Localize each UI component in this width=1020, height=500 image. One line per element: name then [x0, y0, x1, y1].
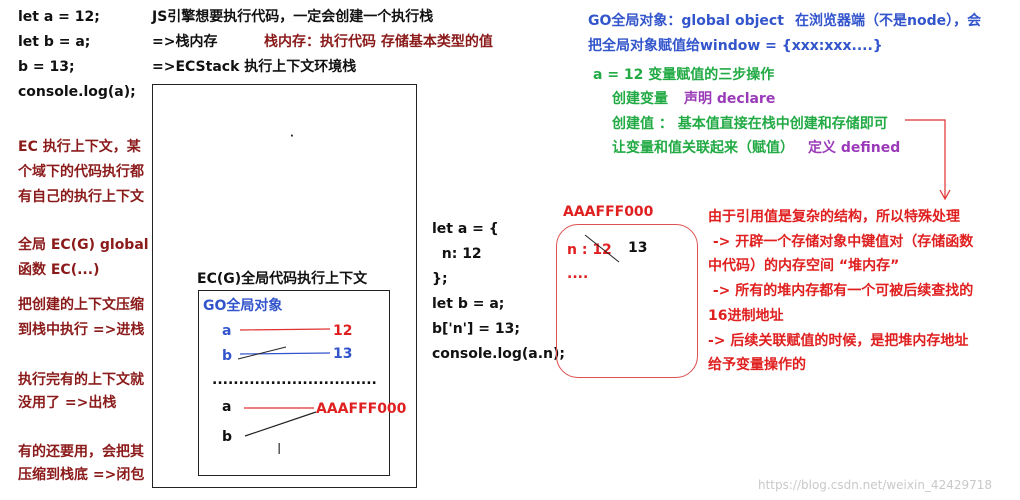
arrow-step2-to-ref — [905, 119, 946, 198]
left-note-push-1: 把创建的上下文压缩 — [18, 297, 144, 313]
text-cursor-icon: I — [277, 440, 282, 458]
go-val-b: 13 — [333, 346, 353, 362]
go-val-address: AAAFFF000 — [316, 401, 407, 417]
code-line-3: b = 13; — [18, 59, 75, 75]
go-var-a2: a — [222, 399, 232, 415]
go-title: GO全局对象 — [203, 298, 283, 314]
left-note-function: 函数 EC(...) — [18, 262, 100, 278]
obj-code-1: let a = { — [432, 221, 499, 237]
note-stack-desc: 栈内存：执行代码 存储基本类型的值 — [264, 34, 493, 50]
ref-note-4: -> 所有的堆内存都有一个可被后续查找的 — [708, 283, 974, 299]
left-note-closure-1: 有的还要用，会把其 — [18, 444, 144, 460]
left-note-ec-2: 个域下的代码执行都 — [18, 164, 144, 180]
go-var-a: a — [222, 323, 232, 339]
left-note-closure-2: 压缩到栈底 =>闭包 — [18, 467, 145, 483]
left-note-ec-3: 有自己的执行上下文 — [18, 189, 144, 205]
step-3: 让变量和值关联起来（赋值） — [612, 140, 794, 156]
left-note-pop-2: 没用了 =>出栈 — [18, 395, 117, 411]
code-line-1: let a = 12; — [18, 9, 100, 25]
note-engine: JS引擎想要执行代码，一定会创建一个执行栈 — [152, 9, 434, 25]
go-var-b2: b — [222, 429, 233, 445]
left-note-global: 全局 EC(G) global — [18, 237, 149, 253]
heap-entry-new: 13 — [628, 240, 648, 256]
step-2: 创建值 ： 基本值直接在栈中创建和存储即可 — [612, 116, 888, 132]
steps-title: a = 12 变量赋值的三步操作 — [593, 67, 775, 83]
obj-code-6: console.log(a.n); — [432, 346, 566, 362]
ref-note-7: 给予变量操作的 — [708, 357, 806, 373]
arrow-head-ref — [939, 189, 951, 201]
go-note-2: 把全局对象赋值给window = {xxx:xxx....} — [588, 38, 883, 54]
obj-code-2: n: 12 — [432, 246, 482, 262]
heap-address: AAAFFF000 — [563, 204, 654, 220]
ref-note-2: -> 开辟一个存储对象中键值对（存储函数 — [708, 234, 974, 250]
stack-dot: · — [290, 131, 294, 142]
go-note-1a: GO全局对象：global object — [588, 13, 784, 29]
ref-note-1: 由于引用值是复杂的结构，所以特殊处理 — [708, 209, 960, 225]
obj-code-3: }; — [432, 271, 448, 287]
step-1-declare: 声明 declare — [684, 91, 776, 107]
heap-more: .... — [567, 266, 589, 282]
go-divider-dots: ............................... — [212, 372, 377, 388]
ecg-title: EC(G)全局代码执行上下文 — [197, 271, 368, 287]
code-line-2: let b = a; — [18, 34, 91, 50]
watermark: https://blog.csdn.net/weixin_42429718 — [758, 478, 993, 492]
code-line-4: console.log(a); — [18, 84, 136, 100]
note-stack-memory: =>栈内存 — [152, 34, 218, 50]
go-note-1b: 在浏览器端（不是node），会 — [795, 13, 982, 29]
left-note-pop-1: 执行完有的上下文就 — [18, 372, 144, 388]
go-val-a: 12 — [333, 323, 353, 339]
ref-note-6: -> 后续关联赋值的时候，是把堆内存地址 — [708, 333, 969, 349]
left-note-ec-1: EC 执行上下文，某 — [18, 139, 141, 155]
ref-note-3: 中代码）的内存空间 “堆内存” — [708, 258, 900, 274]
heap-entry-n: n : 12 — [567, 242, 612, 258]
obj-code-5: b['n'] = 13; — [432, 321, 520, 337]
obj-code-4: let b = a; — [432, 296, 505, 312]
step-1: 创建变量 — [612, 91, 668, 107]
note-ecstack: =>ECStack 执行上下文环境栈 — [152, 59, 357, 75]
go-var-b: b — [222, 348, 233, 364]
step-3-defined: 定义 defined — [808, 140, 901, 156]
left-note-push-2: 到栈中执行 =>进栈 — [18, 322, 145, 338]
ref-note-5: 16进制地址 — [708, 308, 784, 324]
